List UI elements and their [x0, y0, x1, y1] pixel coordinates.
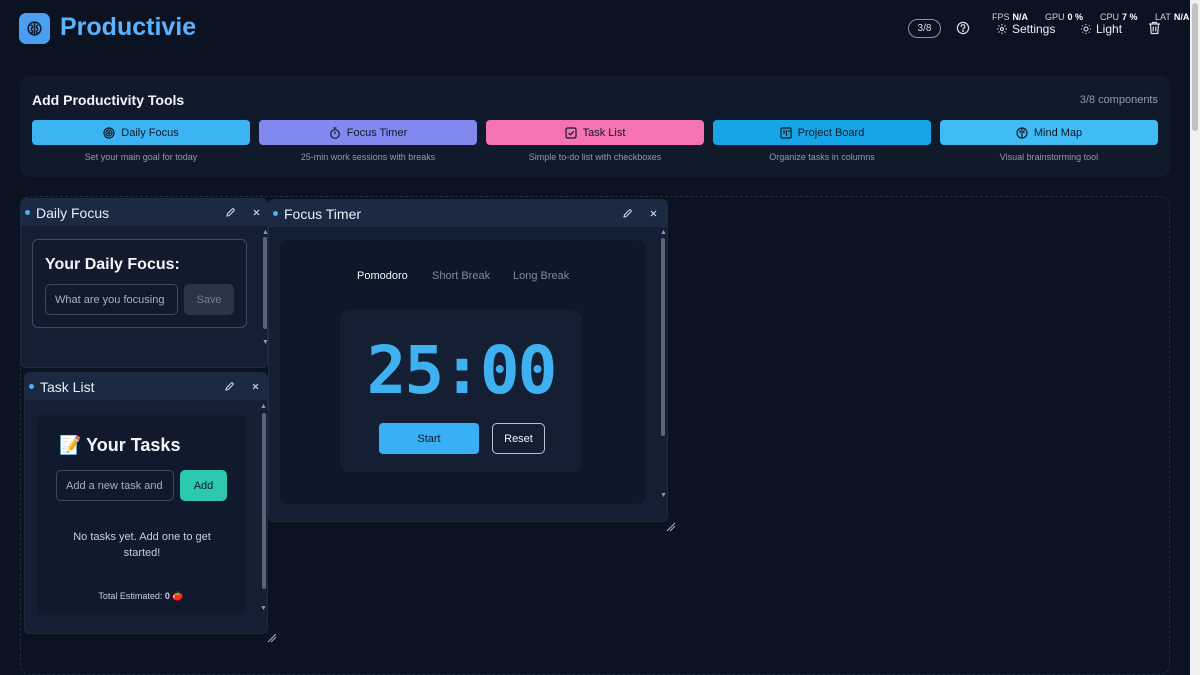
checkbox-icon	[564, 126, 577, 139]
settings-label: Settings	[1012, 22, 1056, 36]
fps-stat: FPS N/A	[992, 12, 1029, 22]
widget-header[interactable]: Task List	[25, 373, 267, 400]
add-mind-map-button[interactable]: Mind Map	[940, 120, 1158, 145]
app-header: Productivie 3/8 FPS N/A GPU 0 % CPU 7 % LAT…	[0, 0, 1190, 60]
tool-description: 25-min work sessions with breaks	[300, 152, 436, 162]
widget-title: Task List	[40, 379, 95, 395]
tool-description: Set your main goal for today	[84, 152, 198, 162]
settings-button[interactable]: Settings	[996, 22, 1055, 36]
brain-logo-icon[interactable]	[19, 13, 50, 44]
timer-card: 25:00 Start Reset	[340, 310, 582, 472]
total-estimated: Total Estimated: 0 🍅	[98, 591, 184, 601]
tool-description: Organize tasks in columns	[769, 152, 875, 162]
components-count: 3/8 components	[1079, 94, 1158, 106]
drag-handle-dot[interactable]	[25, 210, 30, 215]
widget-scrollbar[interactable]	[263, 237, 267, 329]
stopwatch-icon	[329, 126, 340, 139]
close-icon[interactable]	[251, 207, 262, 218]
widget-scrollbar[interactable]	[262, 413, 266, 589]
close-icon[interactable]	[648, 208, 659, 219]
daily-focus-heading: Your Daily Focus:	[45, 256, 180, 273]
brain-icon	[1016, 126, 1028, 139]
tools-panel-title: Add Productivity Tools	[32, 92, 185, 108]
empty-tasks-message: No tasks yet. Add one to get started!	[73, 531, 211, 559]
target-icon	[103, 126, 115, 139]
app-brand: Productivie	[60, 13, 197, 41]
tool-label: Daily Focus	[121, 126, 179, 139]
tool-label: Mind Map	[1033, 126, 1083, 139]
tool-description: Visual brainstorming tool	[999, 152, 1099, 162]
add-focus-timer-button[interactable]: Focus Timer	[259, 120, 477, 145]
task-list-heading: 📝 Your Tasks	[59, 435, 181, 455]
trash-icon[interactable]	[1148, 21, 1161, 35]
help-icon[interactable]	[956, 21, 970, 35]
task-list-body: 📝 Your Tasks Add No tasks yet. Add one t…	[37, 415, 245, 615]
widget-header[interactable]: Daily Focus	[21, 199, 267, 226]
scroll-down-icon[interactable]: ▼	[660, 492, 667, 499]
edit-icon[interactable]	[225, 207, 236, 218]
tab-short-break[interactable]: Short Break	[432, 270, 490, 282]
page-scrollbar[interactable]	[1190, 0, 1200, 675]
reset-button[interactable]: Reset	[492, 423, 545, 454]
tool-label: Task List	[582, 126, 626, 139]
sun-icon	[1081, 24, 1091, 34]
drag-handle-dot[interactable]	[29, 384, 34, 389]
drag-handle-dot[interactable]	[273, 211, 278, 216]
daily-focus-card: Your Daily Focus: Save	[32, 239, 247, 328]
tab-pomodoro[interactable]: Pomodoro	[357, 270, 408, 282]
add-task-button[interactable]: Add	[180, 470, 227, 501]
edit-icon[interactable]	[622, 208, 633, 219]
theme-toggle-button[interactable]: Light	[1080, 22, 1122, 36]
resize-handle-icon[interactable]	[666, 522, 676, 532]
new-task-input[interactable]	[56, 470, 174, 501]
tool-description: Simple to-do list with checkboxes	[528, 152, 662, 162]
focus-timer-widget: Focus Timer Pomodoro Short Break Long Br…	[268, 199, 668, 522]
resize-handle-icon[interactable]	[267, 633, 277, 643]
gear-icon	[997, 24, 1007, 34]
component-counter-badge[interactable]: 3/8	[908, 19, 941, 38]
tab-long-break[interactable]: Long Break	[513, 270, 569, 282]
scroll-down-icon[interactable]: ▼	[260, 605, 267, 612]
widget-title: Daily Focus	[36, 205, 110, 221]
widget-scrollbar[interactable]	[661, 238, 665, 436]
close-icon[interactable]	[250, 381, 261, 392]
save-button[interactable]: Save	[184, 284, 234, 315]
tools-panel: Add Productivity Tools 3/8 components Da…	[20, 76, 1170, 177]
tool-label: Project Board	[797, 126, 865, 139]
timer-display: 25:00	[366, 332, 558, 409]
add-task-list-button[interactable]: Task List	[486, 120, 704, 145]
gpu-stat: GPU 0 %	[1045, 12, 1084, 22]
task-list-widget: Task List 📝 Your Tasks Add No tasks yet.…	[24, 372, 268, 634]
edit-icon[interactable]	[224, 381, 235, 392]
widget-header[interactable]: Focus Timer	[269, 200, 667, 227]
tool-label: Focus Timer	[346, 126, 408, 139]
tomato-icon: 🍅	[172, 591, 184, 601]
widget-title: Focus Timer	[284, 206, 362, 222]
board-icon	[780, 126, 792, 139]
daily-focus-widget: Daily Focus Your Daily Focus: Save ▲ ▼	[20, 198, 269, 368]
start-button[interactable]: Start	[379, 423, 479, 454]
theme-label: Light	[1096, 22, 1123, 36]
add-daily-focus-button[interactable]: Daily Focus	[32, 120, 250, 145]
scroll-up-icon[interactable]: ▲	[260, 403, 267, 410]
total-estimated-value: 0	[164, 591, 170, 601]
cpu-stat: CPU 7 %	[1100, 12, 1138, 22]
scroll-up-icon[interactable]: ▲	[660, 229, 667, 236]
daily-focus-input[interactable]	[45, 284, 178, 315]
add-project-board-button[interactable]: Project Board	[713, 120, 931, 145]
page-scrollbar-thumb[interactable]	[1192, 3, 1198, 131]
focus-timer-body: Pomodoro Short Break Long Break 25:00 St…	[280, 240, 646, 504]
